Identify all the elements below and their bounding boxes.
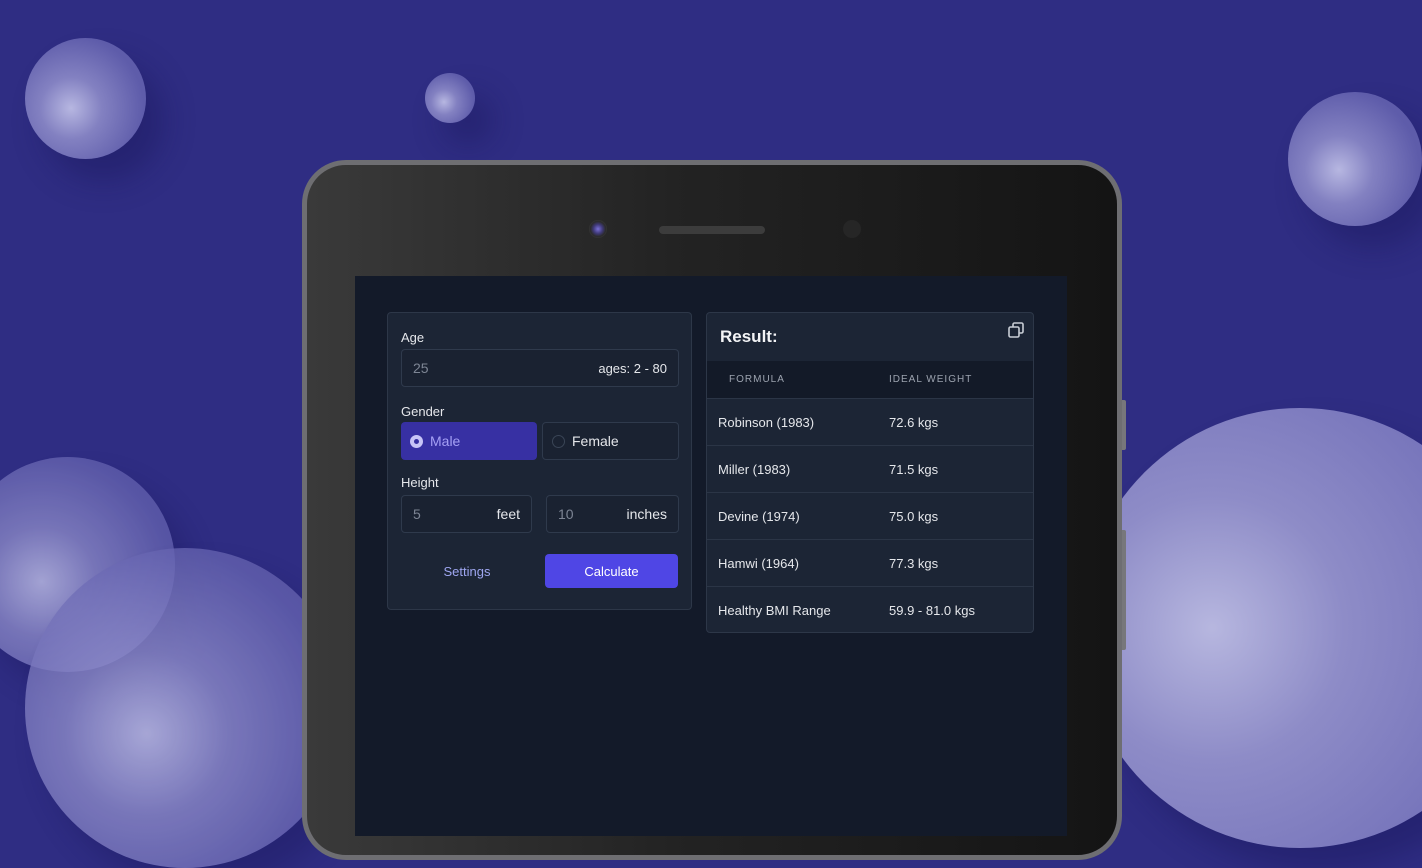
tablet-device: Age 25 ages: 2 - 80 Gender Male Female H… <box>302 160 1122 860</box>
radio-selected-icon <box>410 434 423 448</box>
result-panel: Result: FORMULA IDEAL WEIGHT Robinson (1… <box>706 312 1034 633</box>
formula-cell: Miller (1983) <box>718 461 791 477</box>
weight-cell: 75.0 kgs <box>889 508 939 524</box>
weight-cell: 71.5 kgs <box>889 461 939 477</box>
inches-value: 10 <box>558 506 574 522</box>
table-header: FORMULA IDEAL WEIGHT <box>707 361 1033 398</box>
height-feet-input[interactable]: 5 feet <box>401 495 532 533</box>
formula-cell: Robinson (1983) <box>718 414 815 430</box>
calculator-form: Age 25 ages: 2 - 80 Gender Male Female H… <box>387 312 692 610</box>
weight-cell: 59.9 - 81.0 kgs <box>889 602 975 618</box>
height-label: Height <box>401 475 439 490</box>
age-input[interactable]: 25 ages: 2 - 80 <box>401 349 679 387</box>
result-title: Result: <box>720 327 778 346</box>
camera-icon <box>589 220 607 238</box>
age-range-hint: ages: 2 - 80 <box>598 360 667 376</box>
feet-unit: feet <box>496 506 520 522</box>
formula-cell: Healthy BMI Range <box>718 602 831 618</box>
table-row: Hamwi (1964) 77.3 kgs <box>707 539 1033 586</box>
formula-cell: Devine (1974) <box>718 508 800 524</box>
gender-option-label: Female <box>572 433 619 449</box>
feet-value: 5 <box>413 506 421 522</box>
gender-label: Gender <box>401 404 445 419</box>
settings-button[interactable]: Settings <box>401 554 533 588</box>
height-inches-input[interactable]: 10 inches <box>546 495 679 533</box>
decorative-bubble <box>425 73 475 123</box>
table-row: Devine (1974) 75.0 kgs <box>707 492 1033 539</box>
weight-cell: 77.3 kgs <box>889 555 939 571</box>
inches-unit: inches <box>626 506 667 522</box>
age-value: 25 <box>413 360 429 376</box>
decorative-bubble <box>25 548 345 868</box>
speaker-grille <box>659 226 765 234</box>
weight-cell: 72.6 kgs <box>889 414 939 430</box>
column-header-ideal-weight: IDEAL WEIGHT <box>889 374 973 385</box>
gender-option-label: Male <box>430 433 461 449</box>
calculate-button[interactable]: Calculate <box>545 554 678 588</box>
table-row: Miller (1983) 71.5 kgs <box>707 445 1033 492</box>
table-row: Healthy BMI Range 59.9 - 81.0 kgs <box>707 586 1033 632</box>
gender-option-female[interactable]: Female <box>542 422 679 460</box>
gender-option-male[interactable]: Male <box>401 422 537 460</box>
copy-icon[interactable] <box>1007 321 1025 339</box>
decorative-bubble <box>25 38 146 159</box>
decorative-bubble <box>1080 408 1422 848</box>
radio-unselected-icon <box>552 434 565 448</box>
table-row: Robinson (1983) 72.6 kgs <box>707 398 1033 445</box>
age-label: Age <box>401 330 425 345</box>
formula-cell: Hamwi (1964) <box>718 555 799 571</box>
sensor-icon <box>843 220 861 238</box>
app-screen: Age 25 ages: 2 - 80 Gender Male Female H… <box>355 276 1067 836</box>
decorative-bubble <box>1288 92 1422 226</box>
column-header-formula: FORMULA <box>729 374 785 385</box>
